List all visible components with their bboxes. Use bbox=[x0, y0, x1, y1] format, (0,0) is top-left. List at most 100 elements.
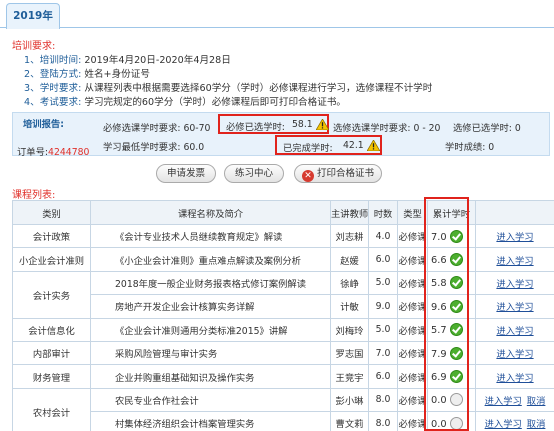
hours-cell: 5.7 bbox=[427, 317, 476, 342]
minimum-credits: 学习最低学时要求: 60.0 bbox=[103, 142, 205, 153]
teacher-cell: 罗志国 bbox=[330, 340, 369, 366]
header-actions bbox=[475, 200, 554, 225]
teacher-cell: 彭小琳 bbox=[330, 387, 369, 413]
type-cell: 必修课 bbox=[397, 387, 428, 413]
actions-cell: 进入学习 bbox=[475, 270, 554, 296]
header-teacher: 主讲教师 bbox=[330, 200, 369, 225]
check-circle-icon bbox=[449, 370, 463, 384]
table-header-row: 类别 课程名称及简介 主讲教师 时数 类型 累计学时 bbox=[12, 200, 554, 225]
header-course-name: 课程名称及简介 bbox=[90, 200, 331, 225]
actions-cell: 进入学习 bbox=[475, 294, 554, 319]
hours-cell: 5.8 bbox=[427, 270, 476, 296]
category-cell: 农村会计 bbox=[12, 387, 91, 431]
category-cell: 会计信息化 bbox=[12, 317, 91, 342]
elective-selected: 选修已选学时: 0 bbox=[453, 123, 521, 134]
enter-study-link[interactable]: 进入学习 bbox=[496, 279, 533, 290]
table-row: 农村会计 农民专业合作社会计 彭小琳 8.0 必修课 0.0 进入学习 取消 bbox=[12, 387, 554, 431]
header-accumulated-hours: 累计学时 bbox=[427, 200, 476, 225]
enter-study-link[interactable]: 进入学习 bbox=[496, 256, 533, 267]
course-name-cell: 村集体经济组织会计档案管理实务 bbox=[90, 411, 331, 431]
actions-cell: 进入学习 取消 bbox=[475, 387, 554, 413]
hours-cell: 9.6 bbox=[427, 294, 476, 319]
requirement-item: 2、登陆方式: 姓名+身份证号 bbox=[24, 69, 150, 80]
table-row: 内部审计 采购风险管理与审计实务 罗志国 7.0 必修课 7.9 进入学习 bbox=[12, 340, 554, 366]
apply-invoice-button[interactable]: 申请发票 bbox=[156, 164, 216, 183]
table-row: 会计政策 《会计专业技术人员继续教育规定》解读 刘志耕 4.0 必修课 7.0 … bbox=[12, 223, 554, 249]
enter-study-link[interactable]: 进入学习 bbox=[496, 349, 533, 360]
required-selected-box: 必修已选学时: 58.1 bbox=[218, 114, 329, 134]
type-cell: 必修课 bbox=[397, 247, 428, 272]
type-cell: 必修课 bbox=[397, 411, 428, 431]
teacher-cell: 计敏 bbox=[330, 294, 369, 319]
time-cell: 6.0 bbox=[368, 364, 398, 389]
teacher-cell: 王竞宇 bbox=[330, 364, 369, 389]
check-circle-icon bbox=[449, 299, 463, 313]
course-name-cell: 房地产开发企业会计核算实务详解 bbox=[90, 294, 331, 319]
category-cell: 会计实务 bbox=[12, 270, 91, 319]
actions-cell: 进入学习 bbox=[475, 247, 554, 272]
teacher-cell: 曹文莉 bbox=[330, 411, 369, 431]
course-list-title: 课程列表: bbox=[12, 190, 56, 201]
enter-study-link[interactable]: 进入学习 bbox=[496, 232, 533, 243]
required-select-requirement: 必修选课学时要求: 60-70 bbox=[103, 123, 211, 134]
cancel-link[interactable]: 取消 bbox=[527, 396, 546, 407]
type-cell: 必修课 bbox=[397, 294, 428, 319]
actions-cell: 进入学习 bbox=[475, 317, 554, 342]
enter-study-link[interactable]: 进入学习 bbox=[485, 419, 522, 430]
category-cell: 会计政策 bbox=[12, 223, 91, 249]
hours-cell: 7.9 bbox=[427, 340, 476, 366]
requirements-title: 培训要求: bbox=[12, 41, 56, 52]
cancel-link[interactable]: 取消 bbox=[527, 419, 546, 430]
teacher-cell: 刘志耕 bbox=[330, 223, 369, 249]
time-cell: 9.0 bbox=[368, 294, 398, 319]
course-table: 类别 课程名称及简介 主讲教师 时数 类型 累计学时 会计政策 《会计专业技术人… bbox=[12, 200, 554, 431]
type-cell: 必修课 bbox=[397, 340, 428, 366]
order-number: 订单号:4244780 bbox=[17, 147, 90, 158]
course-name-cell: 采购风险管理与审计实务 bbox=[90, 340, 331, 366]
tab-2019[interactable]: 2019年 bbox=[6, 3, 60, 29]
enter-study-link[interactable]: 进入学习 bbox=[496, 326, 533, 337]
actions-cell: 进入学习 bbox=[475, 340, 554, 366]
category-cell: 小企业会计准则 bbox=[12, 247, 91, 272]
hours-score: 学时成绩: 0 bbox=[445, 142, 495, 153]
course-name-cell: 企业并购重组基础知识及操作实务 bbox=[90, 364, 331, 389]
warning-icon bbox=[316, 119, 329, 130]
enter-study-link[interactable]: 进入学习 bbox=[496, 302, 533, 313]
time-cell: 7.0 bbox=[368, 340, 398, 366]
table-row: 村集体经济组织会计档案管理实务 曹文莉 8.0 必修课 0.0 进入学习 取消 bbox=[13, 411, 554, 431]
time-cell: 6.0 bbox=[368, 247, 398, 272]
type-cell: 必修课 bbox=[397, 364, 428, 389]
teacher-cell: 徐峥 bbox=[330, 270, 369, 296]
course-name-cell: 《会计专业技术人员继续教育规定》解读 bbox=[90, 223, 331, 249]
time-cell: 5.0 bbox=[368, 317, 398, 342]
enter-study-link[interactable]: 进入学习 bbox=[485, 396, 522, 407]
type-cell: 必修课 bbox=[397, 223, 428, 249]
print-certificate-button[interactable]: ✕ 打印合格证书 bbox=[294, 164, 382, 183]
time-cell: 5.0 bbox=[368, 270, 398, 296]
check-circle-icon bbox=[449, 276, 463, 290]
practice-center-button[interactable]: 练习中心 bbox=[224, 164, 284, 183]
course-name-cell: 农民专业合作社会计 bbox=[90, 387, 331, 413]
empty-circle-icon bbox=[449, 393, 463, 407]
hours-cell: 6.6 bbox=[427, 247, 476, 272]
table-row: 会计信息化 《企业会计准则通用分类标准2015》讲解 刘梅玲 5.0 必修课 5… bbox=[12, 317, 554, 342]
hours-cell: 0.0 bbox=[427, 387, 476, 413]
required-selected-value: 58.1 bbox=[292, 119, 313, 130]
enter-study-link[interactable]: 进入学习 bbox=[496, 373, 533, 384]
header-type: 类型 bbox=[397, 200, 428, 225]
table-row: 会计实务 2018年度一般企业财务报表格式修订案例解读 徐峥 5.0 必修课 5… bbox=[12, 270, 554, 319]
course-name-cell: 《企业会计准则通用分类标准2015》讲解 bbox=[90, 317, 331, 342]
teacher-cell: 刘梅玲 bbox=[330, 317, 369, 342]
report-label: 培训报告: bbox=[23, 119, 64, 130]
hours-cell: 6.9 bbox=[427, 364, 476, 389]
requirement-item: 1、培训时间: 2019年4月20日-2020年4月28日 bbox=[24, 55, 231, 66]
check-circle-icon bbox=[449, 346, 463, 360]
teacher-cell: 赵媛 bbox=[330, 247, 369, 272]
print-icon: ✕ bbox=[301, 170, 314, 182]
check-circle-icon bbox=[449, 253, 463, 267]
table-row: 房地产开发企业会计核算实务详解 计敏 9.0 必修课 9.6 进入学习 bbox=[13, 294, 554, 319]
hours-cell: 7.0 bbox=[427, 223, 476, 249]
actions-cell: 进入学习 取消 bbox=[475, 411, 554, 431]
hours-cell: 0.0 bbox=[427, 411, 476, 431]
actions-cell: 进入学习 bbox=[475, 223, 554, 249]
